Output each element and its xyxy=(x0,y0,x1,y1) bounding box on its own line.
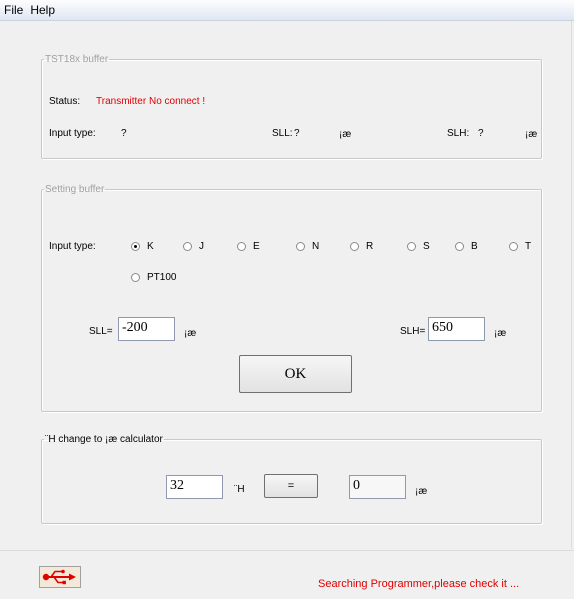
radio-e[interactable]: E xyxy=(237,241,260,252)
tst-buffer-legend: TST18x buffer xyxy=(45,54,109,65)
radio-r-label: R xyxy=(366,241,374,252)
radio-pt100-label: PT100 xyxy=(147,272,177,283)
sll-value: ? xyxy=(294,128,300,139)
fahrenheit-input[interactable]: 32 xyxy=(166,475,223,499)
setting-sll-label: SLL= xyxy=(89,326,113,337)
menu-bar: File Help xyxy=(0,0,574,21)
status-value: Transmitter No connect ! xyxy=(96,96,206,107)
slh-input[interactable]: 650 xyxy=(428,317,485,341)
radio-k-label: K xyxy=(147,241,154,252)
menu-file[interactable]: File xyxy=(1,3,26,17)
setting-slh-unit: ¡æ xyxy=(494,328,507,339)
radio-e-label: E xyxy=(253,241,260,252)
status-label: Status: xyxy=(49,96,81,107)
radio-n[interactable]: N xyxy=(296,241,319,252)
radio-b-circle xyxy=(455,242,464,251)
menu-help[interactable]: Help xyxy=(27,3,58,17)
input-type-label: Input type: xyxy=(49,128,96,139)
slh-unit: ¡æ xyxy=(525,129,538,140)
celsius-unit: ¡æ xyxy=(415,486,428,497)
input-type-value: ? xyxy=(121,128,127,139)
radio-r[interactable]: R xyxy=(350,241,373,252)
setting-buffer-legend: Setting buffer xyxy=(45,184,105,195)
radio-t-label: T xyxy=(525,241,532,252)
usb-status xyxy=(39,566,81,588)
sll-label: SLL: xyxy=(272,128,293,139)
main-panel: TST18x buffer Status: Transmitter No con… xyxy=(10,21,572,549)
ok-button[interactable]: OK xyxy=(239,355,352,393)
radio-n-label: N xyxy=(312,241,320,252)
status-bar: Searching Programmer,please check it ... xyxy=(0,550,574,599)
setting-input-type-label: Input type: xyxy=(49,241,96,252)
radio-k-circle xyxy=(131,242,140,251)
status-message: Searching Programmer,please check it ... xyxy=(318,578,520,590)
slh-value: ? xyxy=(478,128,484,139)
radio-s-circle xyxy=(407,242,416,251)
radio-j-label: J xyxy=(199,241,204,252)
radio-b-label: B xyxy=(471,241,478,252)
radio-pt100[interactable]: PT100 xyxy=(131,272,176,283)
slh-label: SLH: xyxy=(447,128,470,139)
radio-r-circle xyxy=(350,242,359,251)
setting-slh-label: SLH= xyxy=(400,326,426,337)
radio-t[interactable]: T xyxy=(509,241,531,252)
sll-input[interactable]: -200 xyxy=(118,317,175,341)
radio-e-circle xyxy=(237,242,246,251)
radio-j[interactable]: J xyxy=(183,241,204,252)
convert-button[interactable]: = xyxy=(264,474,318,498)
calculator-legend: ¨H change to ¡æ calculator xyxy=(45,434,163,445)
fahrenheit-unit: ¨H xyxy=(234,484,245,495)
radio-j-circle xyxy=(183,242,192,251)
usb-icon xyxy=(42,569,76,585)
setting-sll-unit: ¡æ xyxy=(184,328,197,339)
radio-t-circle xyxy=(509,242,518,251)
radio-k[interactable]: K xyxy=(131,241,154,252)
radio-n-circle xyxy=(296,242,305,251)
radio-s-label: S xyxy=(423,241,430,252)
radio-s[interactable]: S xyxy=(407,241,430,252)
sll-unit: ¡æ xyxy=(339,129,352,140)
radio-pt100-circle xyxy=(131,273,140,282)
radio-b[interactable]: B xyxy=(455,241,478,252)
celsius-output: 0 xyxy=(349,475,406,499)
